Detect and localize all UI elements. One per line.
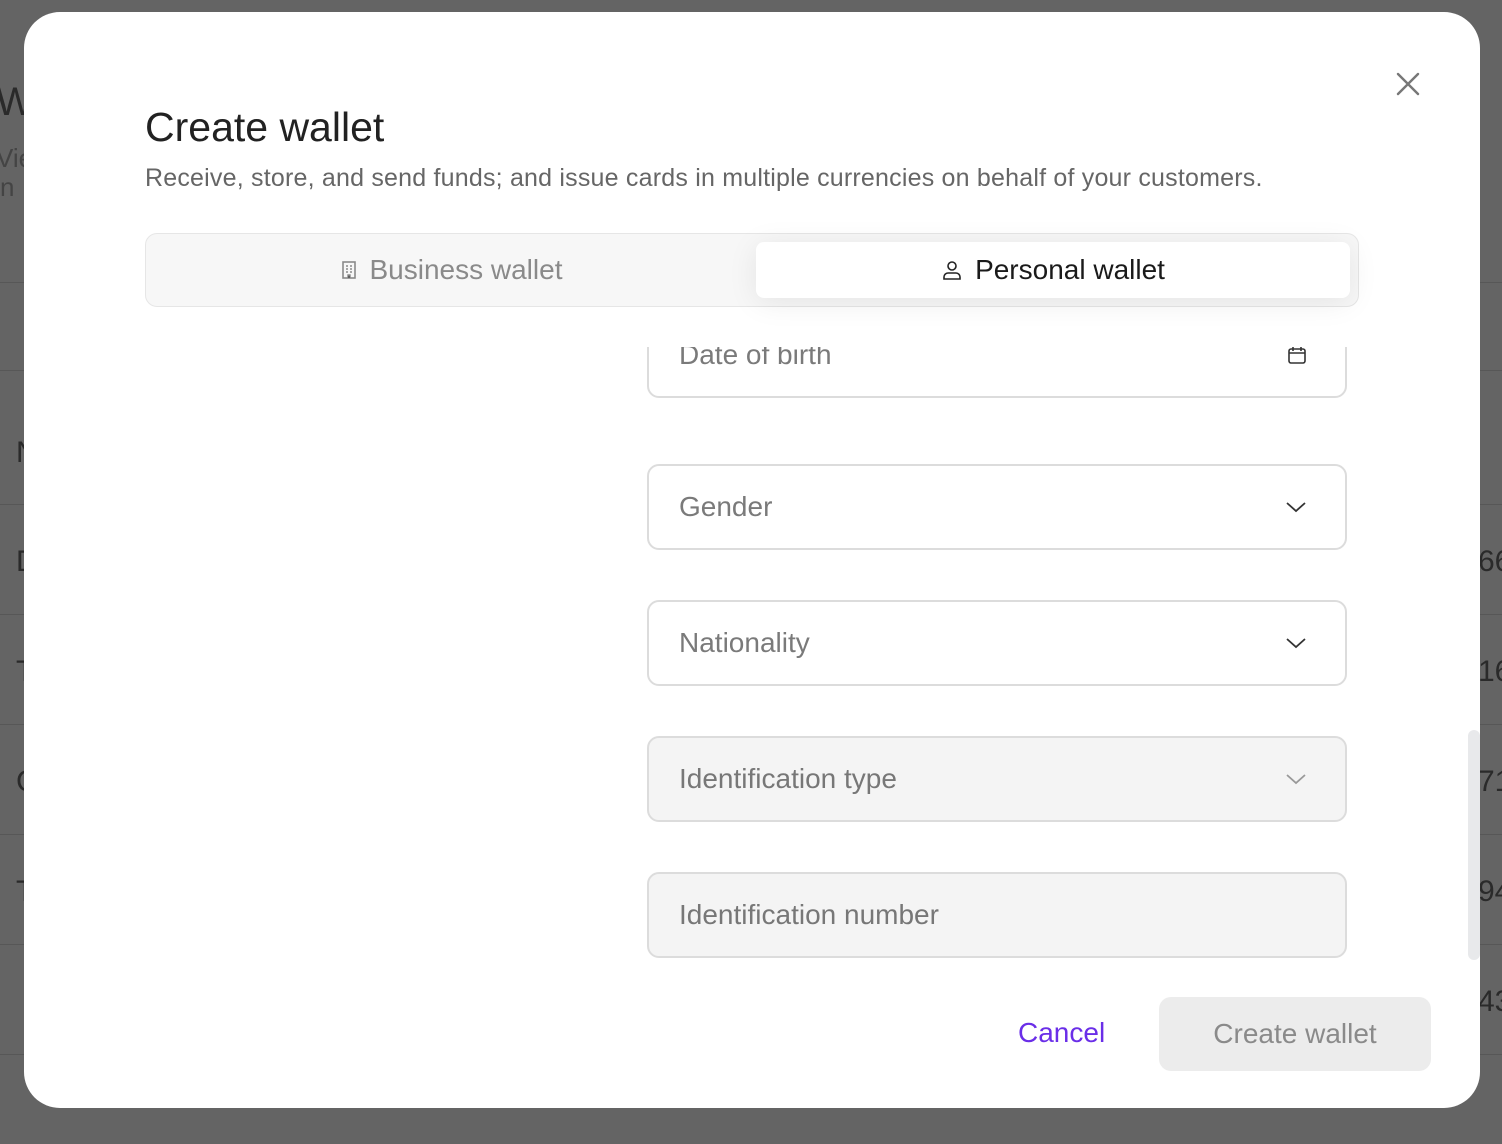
user-icon (943, 261, 961, 280)
identification-type-select[interactable]: Identification type (647, 736, 1347, 822)
chevron-down-icon (1286, 502, 1306, 513)
bg-text: n (0, 172, 15, 202)
tab-business-wallet[interactable]: Business wallet (154, 242, 748, 298)
close-button[interactable] (1392, 68, 1424, 100)
chevron-down-icon (1286, 638, 1306, 649)
field-placeholder: Nationality (679, 627, 810, 658)
field-placeholder: Identification number (679, 899, 939, 930)
modal-title: Create wallet (145, 104, 385, 150)
create-wallet-modal: Create wallet Receive, store, and send f… (24, 12, 1480, 1108)
tab-label: Personal wallet (975, 254, 1165, 285)
gender-select[interactable]: Gender (647, 464, 1347, 550)
date-of-birth-field[interactable]: Date of birth (647, 347, 1347, 398)
field-placeholder: Identification type (679, 763, 897, 794)
building-icon (341, 261, 356, 279)
identification-number-input[interactable]: Identification number (647, 872, 1347, 958)
field-placeholder: Gender (679, 491, 773, 522)
tab-label: Business wallet (369, 254, 563, 285)
field-placeholder: Date of birth (679, 347, 832, 370)
bg-text: 66 (1478, 545, 1502, 578)
tab-personal-wallet[interactable]: Personal wallet (756, 242, 1350, 298)
scrollbar[interactable] (1468, 730, 1480, 960)
form-scroll-area: Date of birth Gender Nationality Identif… (24, 347, 1480, 960)
nationality-select[interactable]: Nationality (647, 600, 1347, 686)
chevron-down-icon (1286, 774, 1306, 785)
modal-subtitle: Receive, store, and send funds; and issu… (145, 164, 1263, 192)
calendar-icon[interactable] (1287, 347, 1307, 365)
wallet-type-toggle: Business wallet Personal wallet (145, 233, 1359, 307)
bg-text: 16 (1478, 655, 1502, 688)
bg-text: 94 (1478, 875, 1502, 908)
close-icon (1396, 72, 1420, 96)
cancel-button[interactable]: Cancel (1018, 1017, 1105, 1049)
create-wallet-button[interactable]: Create wallet (1159, 997, 1431, 1071)
bg-text: 43 (1478, 985, 1502, 1018)
bg-text: 71 (1478, 765, 1502, 798)
